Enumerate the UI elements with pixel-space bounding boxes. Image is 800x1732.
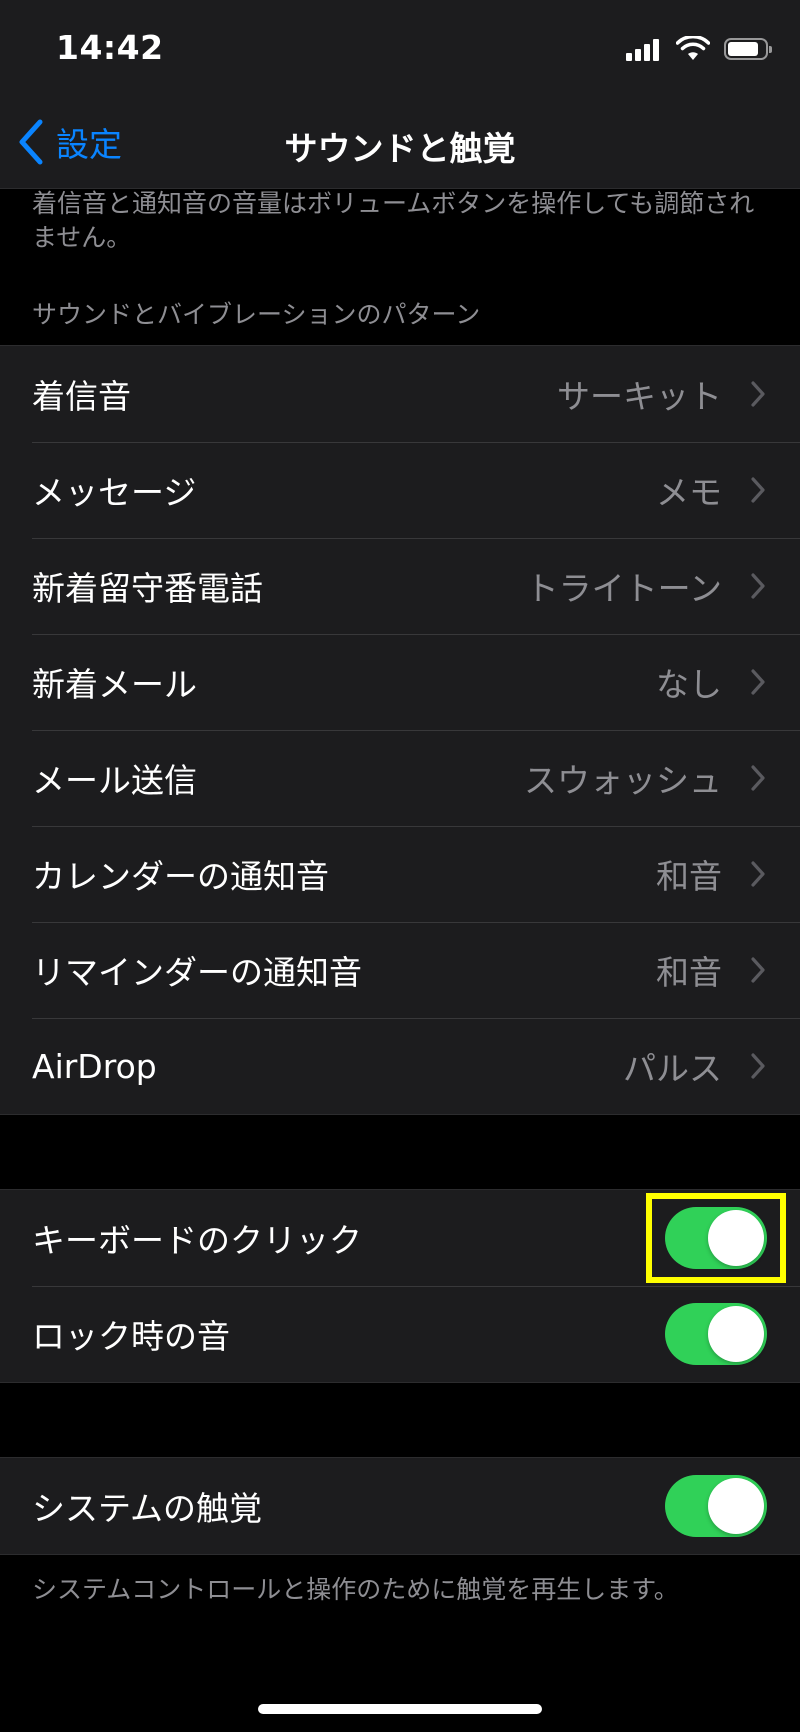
section-header-sound-patterns: サウンドとバイブレーションのパターン [32, 300, 481, 329]
setting-row-system-haptics: システムの触覚 [0, 1458, 800, 1554]
setting-value: なし [656, 665, 722, 704]
chevron-right-icon [751, 573, 765, 599]
setting-value: トライトーン [525, 569, 722, 608]
setting-label: ロック時の音 [32, 1317, 230, 1356]
chevron-right-icon [751, 477, 765, 503]
highlight-box [646, 1193, 786, 1283]
cellular-signal-icon [626, 37, 662, 61]
setting-label: リマインダーの通知音 [32, 953, 362, 992]
volume-note: 着信音と通知音の音量はボリュームボタンを操作しても調節されません。 [32, 189, 755, 252]
setting-label: カレンダーの通知音 [32, 857, 329, 896]
settings-content: 着信音と通知音の音量はボリュームボタンを操作しても調節されません。 サウンドとバ… [0, 189, 800, 1607]
status-bar: 14:42 [0, 0, 800, 100]
system-haptics-toggle[interactable] [665, 1475, 767, 1537]
battery-icon [724, 38, 772, 60]
chevron-right-icon [751, 669, 765, 695]
lock-sound-toggle[interactable] [665, 1303, 767, 1365]
setting-row-airdrop[interactable]: AirDrop パルス [0, 1018, 800, 1114]
setting-row-messages[interactable]: メッセージ メモ [0, 442, 800, 538]
home-indicator[interactable] [258, 1704, 542, 1714]
chevron-right-icon [751, 957, 765, 983]
setting-label: システムの触覚 [32, 1489, 263, 1528]
page-title: サウンドと触覚 [284, 129, 516, 168]
haptics-note: システムコントロールと操作のために触覚を再生します。 [32, 1575, 679, 1604]
setting-row-new-mail[interactable]: 新着メール なし [0, 634, 800, 730]
setting-label: AirDrop [32, 1046, 157, 1086]
sound-patterns-group: 着信音 サーキット メッセージ メモ 新着留守番電話 トライトーン 新着メール … [0, 345, 800, 1115]
setting-value: パルス [623, 1049, 722, 1088]
setting-row-ringtone[interactable]: 着信音 サーキット [0, 346, 800, 442]
toggle-knob [708, 1306, 764, 1362]
status-time: 14:42 [56, 28, 164, 67]
setting-value: メモ [656, 473, 722, 512]
setting-label: 着信音 [32, 377, 131, 416]
setting-value: 和音 [656, 857, 722, 896]
chevron-right-icon [751, 1053, 765, 1079]
setting-row-keyboard-clicks: キーボードのクリック [0, 1190, 800, 1286]
setting-label: キーボードのクリック [32, 1221, 362, 1260]
setting-value: スウォッシュ [524, 761, 722, 800]
setting-label: メッセージ [32, 473, 197, 512]
setting-value: サーキット [557, 377, 722, 416]
click-sounds-group: キーボードのクリック ロック時の音 [0, 1189, 800, 1383]
setting-row-lock-sound: ロック時の音 [0, 1286, 800, 1382]
setting-label: メール送信 [32, 761, 197, 800]
setting-value: 和音 [656, 953, 722, 992]
chevron-right-icon [751, 861, 765, 887]
setting-row-calendar-alerts[interactable]: カレンダーの通知音 和音 [0, 826, 800, 922]
navigation-bar: 設定 サウンドと触覚 [0, 100, 800, 189]
setting-row-sent-mail[interactable]: メール送信 スウォッシュ [0, 730, 800, 826]
chevron-right-icon [751, 381, 765, 407]
setting-row-new-voicemail[interactable]: 新着留守番電話 トライトーン [0, 538, 800, 634]
haptics-group: システムの触覚 [0, 1457, 800, 1555]
setting-label: 新着メール [32, 665, 197, 704]
toggle-knob [708, 1478, 764, 1534]
setting-label: 新着留守番電話 [32, 569, 263, 608]
setting-row-reminder-alerts[interactable]: リマインダーの通知音 和音 [0, 922, 800, 1018]
status-icons [626, 34, 772, 64]
chevron-right-icon [751, 765, 765, 791]
wifi-icon [676, 36, 710, 60]
